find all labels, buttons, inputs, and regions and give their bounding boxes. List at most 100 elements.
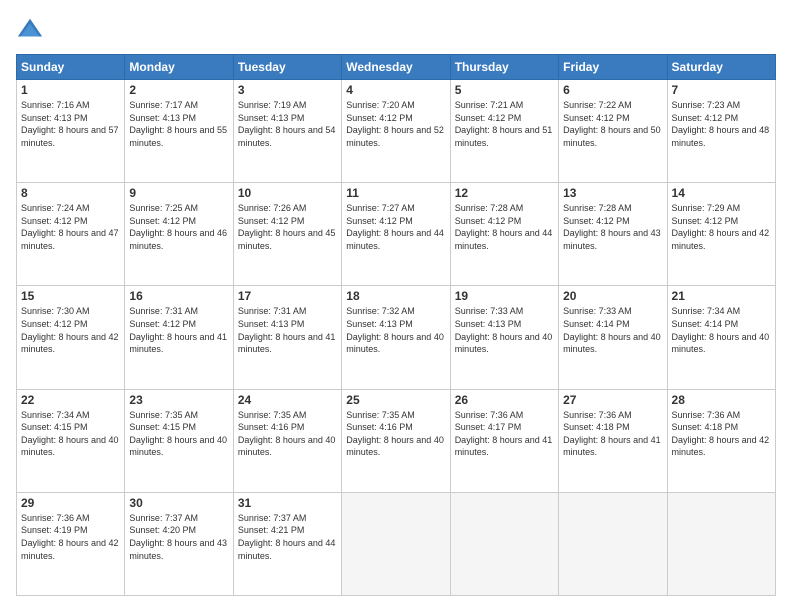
logo-icon bbox=[16, 16, 44, 44]
day-info: Sunrise: 7:24 AM Sunset: 4:12 PM Dayligh… bbox=[21, 202, 120, 252]
calendar-cell: 28 Sunrise: 7:36 AM Sunset: 4:18 PM Dayl… bbox=[667, 389, 775, 492]
sunset-label: Sunset: 4:12 PM bbox=[672, 113, 739, 123]
day-info: Sunrise: 7:36 AM Sunset: 4:17 PM Dayligh… bbox=[455, 409, 554, 459]
daylight-label: Daylight: 8 hours and 43 minutes. bbox=[563, 228, 661, 251]
sunset-label: Sunset: 4:13 PM bbox=[238, 319, 305, 329]
sunset-label: Sunset: 4:12 PM bbox=[563, 216, 630, 226]
calendar-cell: 24 Sunrise: 7:35 AM Sunset: 4:16 PM Dayl… bbox=[233, 389, 341, 492]
calendar-cell: 8 Sunrise: 7:24 AM Sunset: 4:12 PM Dayli… bbox=[17, 183, 125, 286]
sunset-label: Sunset: 4:13 PM bbox=[129, 113, 196, 123]
day-info: Sunrise: 7:30 AM Sunset: 4:12 PM Dayligh… bbox=[21, 305, 120, 355]
daylight-label: Daylight: 8 hours and 41 minutes. bbox=[238, 332, 336, 355]
daylight-label: Daylight: 8 hours and 42 minutes. bbox=[672, 435, 770, 458]
calendar-cell: 23 Sunrise: 7:35 AM Sunset: 4:15 PM Dayl… bbox=[125, 389, 233, 492]
day-info: Sunrise: 7:36 AM Sunset: 4:19 PM Dayligh… bbox=[21, 512, 120, 562]
sunrise-label: Sunrise: 7:26 AM bbox=[238, 203, 307, 213]
sunrise-label: Sunrise: 7:24 AM bbox=[21, 203, 90, 213]
daylight-label: Daylight: 8 hours and 47 minutes. bbox=[21, 228, 119, 251]
daylight-label: Daylight: 8 hours and 51 minutes. bbox=[455, 125, 553, 148]
calendar-cell bbox=[450, 492, 558, 595]
day-info: Sunrise: 7:29 AM Sunset: 4:12 PM Dayligh… bbox=[672, 202, 771, 252]
day-number: 20 bbox=[563, 289, 662, 303]
daylight-label: Daylight: 8 hours and 57 minutes. bbox=[21, 125, 119, 148]
page: Sunday Monday Tuesday Wednesday Thursday… bbox=[0, 0, 792, 612]
sunrise-label: Sunrise: 7:36 AM bbox=[21, 513, 90, 523]
day-info: Sunrise: 7:31 AM Sunset: 4:12 PM Dayligh… bbox=[129, 305, 228, 355]
sunset-label: Sunset: 4:15 PM bbox=[129, 422, 196, 432]
sunset-label: Sunset: 4:18 PM bbox=[563, 422, 630, 432]
daylight-label: Daylight: 8 hours and 40 minutes. bbox=[563, 332, 661, 355]
day-info: Sunrise: 7:19 AM Sunset: 4:13 PM Dayligh… bbox=[238, 99, 337, 149]
daylight-label: Daylight: 8 hours and 44 minutes. bbox=[346, 228, 444, 251]
day-number: 11 bbox=[346, 186, 445, 200]
day-number: 16 bbox=[129, 289, 228, 303]
calendar-week-row: 22 Sunrise: 7:34 AM Sunset: 4:15 PM Dayl… bbox=[17, 389, 776, 492]
sunrise-label: Sunrise: 7:29 AM bbox=[672, 203, 741, 213]
calendar-cell: 10 Sunrise: 7:26 AM Sunset: 4:12 PM Dayl… bbox=[233, 183, 341, 286]
day-info: Sunrise: 7:32 AM Sunset: 4:13 PM Dayligh… bbox=[346, 305, 445, 355]
day-info: Sunrise: 7:34 AM Sunset: 4:15 PM Dayligh… bbox=[21, 409, 120, 459]
sunrise-label: Sunrise: 7:23 AM bbox=[672, 100, 741, 110]
sunset-label: Sunset: 4:13 PM bbox=[21, 113, 88, 123]
day-number: 18 bbox=[346, 289, 445, 303]
sunset-label: Sunset: 4:14 PM bbox=[563, 319, 630, 329]
day-info: Sunrise: 7:20 AM Sunset: 4:12 PM Dayligh… bbox=[346, 99, 445, 149]
sunset-label: Sunset: 4:12 PM bbox=[563, 113, 630, 123]
sunrise-label: Sunrise: 7:36 AM bbox=[455, 410, 524, 420]
header bbox=[16, 16, 776, 44]
calendar-cell: 16 Sunrise: 7:31 AM Sunset: 4:12 PM Dayl… bbox=[125, 286, 233, 389]
sunset-label: Sunset: 4:21 PM bbox=[238, 525, 305, 535]
day-info: Sunrise: 7:23 AM Sunset: 4:12 PM Dayligh… bbox=[672, 99, 771, 149]
day-info: Sunrise: 7:33 AM Sunset: 4:13 PM Dayligh… bbox=[455, 305, 554, 355]
calendar-cell: 14 Sunrise: 7:29 AM Sunset: 4:12 PM Dayl… bbox=[667, 183, 775, 286]
day-number: 7 bbox=[672, 83, 771, 97]
calendar-cell: 11 Sunrise: 7:27 AM Sunset: 4:12 PM Dayl… bbox=[342, 183, 450, 286]
calendar-cell: 9 Sunrise: 7:25 AM Sunset: 4:12 PM Dayli… bbox=[125, 183, 233, 286]
day-number: 22 bbox=[21, 393, 120, 407]
calendar-table: Sunday Monday Tuesday Wednesday Thursday… bbox=[16, 54, 776, 596]
sunset-label: Sunset: 4:14 PM bbox=[672, 319, 739, 329]
day-number: 10 bbox=[238, 186, 337, 200]
day-number: 29 bbox=[21, 496, 120, 510]
sunrise-label: Sunrise: 7:31 AM bbox=[129, 306, 198, 316]
calendar-cell bbox=[667, 492, 775, 595]
day-number: 27 bbox=[563, 393, 662, 407]
sunset-label: Sunset: 4:18 PM bbox=[672, 422, 739, 432]
calendar-cell: 15 Sunrise: 7:30 AM Sunset: 4:12 PM Dayl… bbox=[17, 286, 125, 389]
sunrise-label: Sunrise: 7:31 AM bbox=[238, 306, 307, 316]
col-monday: Monday bbox=[125, 55, 233, 80]
day-number: 13 bbox=[563, 186, 662, 200]
calendar-cell: 13 Sunrise: 7:28 AM Sunset: 4:12 PM Dayl… bbox=[559, 183, 667, 286]
calendar-week-row: 1 Sunrise: 7:16 AM Sunset: 4:13 PM Dayli… bbox=[17, 80, 776, 183]
calendar-cell: 4 Sunrise: 7:20 AM Sunset: 4:12 PM Dayli… bbox=[342, 80, 450, 183]
sunrise-label: Sunrise: 7:35 AM bbox=[346, 410, 415, 420]
calendar-cell: 22 Sunrise: 7:34 AM Sunset: 4:15 PM Dayl… bbox=[17, 389, 125, 492]
sunset-label: Sunset: 4:12 PM bbox=[21, 216, 88, 226]
sunset-label: Sunset: 4:20 PM bbox=[129, 525, 196, 535]
calendar-cell: 26 Sunrise: 7:36 AM Sunset: 4:17 PM Dayl… bbox=[450, 389, 558, 492]
daylight-label: Daylight: 8 hours and 40 minutes. bbox=[346, 435, 444, 458]
calendar-cell: 6 Sunrise: 7:22 AM Sunset: 4:12 PM Dayli… bbox=[559, 80, 667, 183]
day-number: 4 bbox=[346, 83, 445, 97]
calendar-cell: 29 Sunrise: 7:36 AM Sunset: 4:19 PM Dayl… bbox=[17, 492, 125, 595]
day-number: 5 bbox=[455, 83, 554, 97]
logo bbox=[16, 16, 48, 44]
sunrise-label: Sunrise: 7:36 AM bbox=[672, 410, 741, 420]
sunrise-label: Sunrise: 7:30 AM bbox=[21, 306, 90, 316]
sunset-label: Sunset: 4:17 PM bbox=[455, 422, 522, 432]
daylight-label: Daylight: 8 hours and 41 minutes. bbox=[455, 435, 553, 458]
sunset-label: Sunset: 4:12 PM bbox=[672, 216, 739, 226]
sunset-label: Sunset: 4:13 PM bbox=[455, 319, 522, 329]
day-info: Sunrise: 7:37 AM Sunset: 4:20 PM Dayligh… bbox=[129, 512, 228, 562]
day-info: Sunrise: 7:22 AM Sunset: 4:12 PM Dayligh… bbox=[563, 99, 662, 149]
day-info: Sunrise: 7:17 AM Sunset: 4:13 PM Dayligh… bbox=[129, 99, 228, 149]
day-number: 15 bbox=[21, 289, 120, 303]
calendar-cell: 27 Sunrise: 7:36 AM Sunset: 4:18 PM Dayl… bbox=[559, 389, 667, 492]
day-number: 9 bbox=[129, 186, 228, 200]
calendar-cell: 12 Sunrise: 7:28 AM Sunset: 4:12 PM Dayl… bbox=[450, 183, 558, 286]
sunset-label: Sunset: 4:12 PM bbox=[21, 319, 88, 329]
calendar-cell: 20 Sunrise: 7:33 AM Sunset: 4:14 PM Dayl… bbox=[559, 286, 667, 389]
calendar-cell: 19 Sunrise: 7:33 AM Sunset: 4:13 PM Dayl… bbox=[450, 286, 558, 389]
daylight-label: Daylight: 8 hours and 40 minutes. bbox=[346, 332, 444, 355]
day-info: Sunrise: 7:26 AM Sunset: 4:12 PM Dayligh… bbox=[238, 202, 337, 252]
